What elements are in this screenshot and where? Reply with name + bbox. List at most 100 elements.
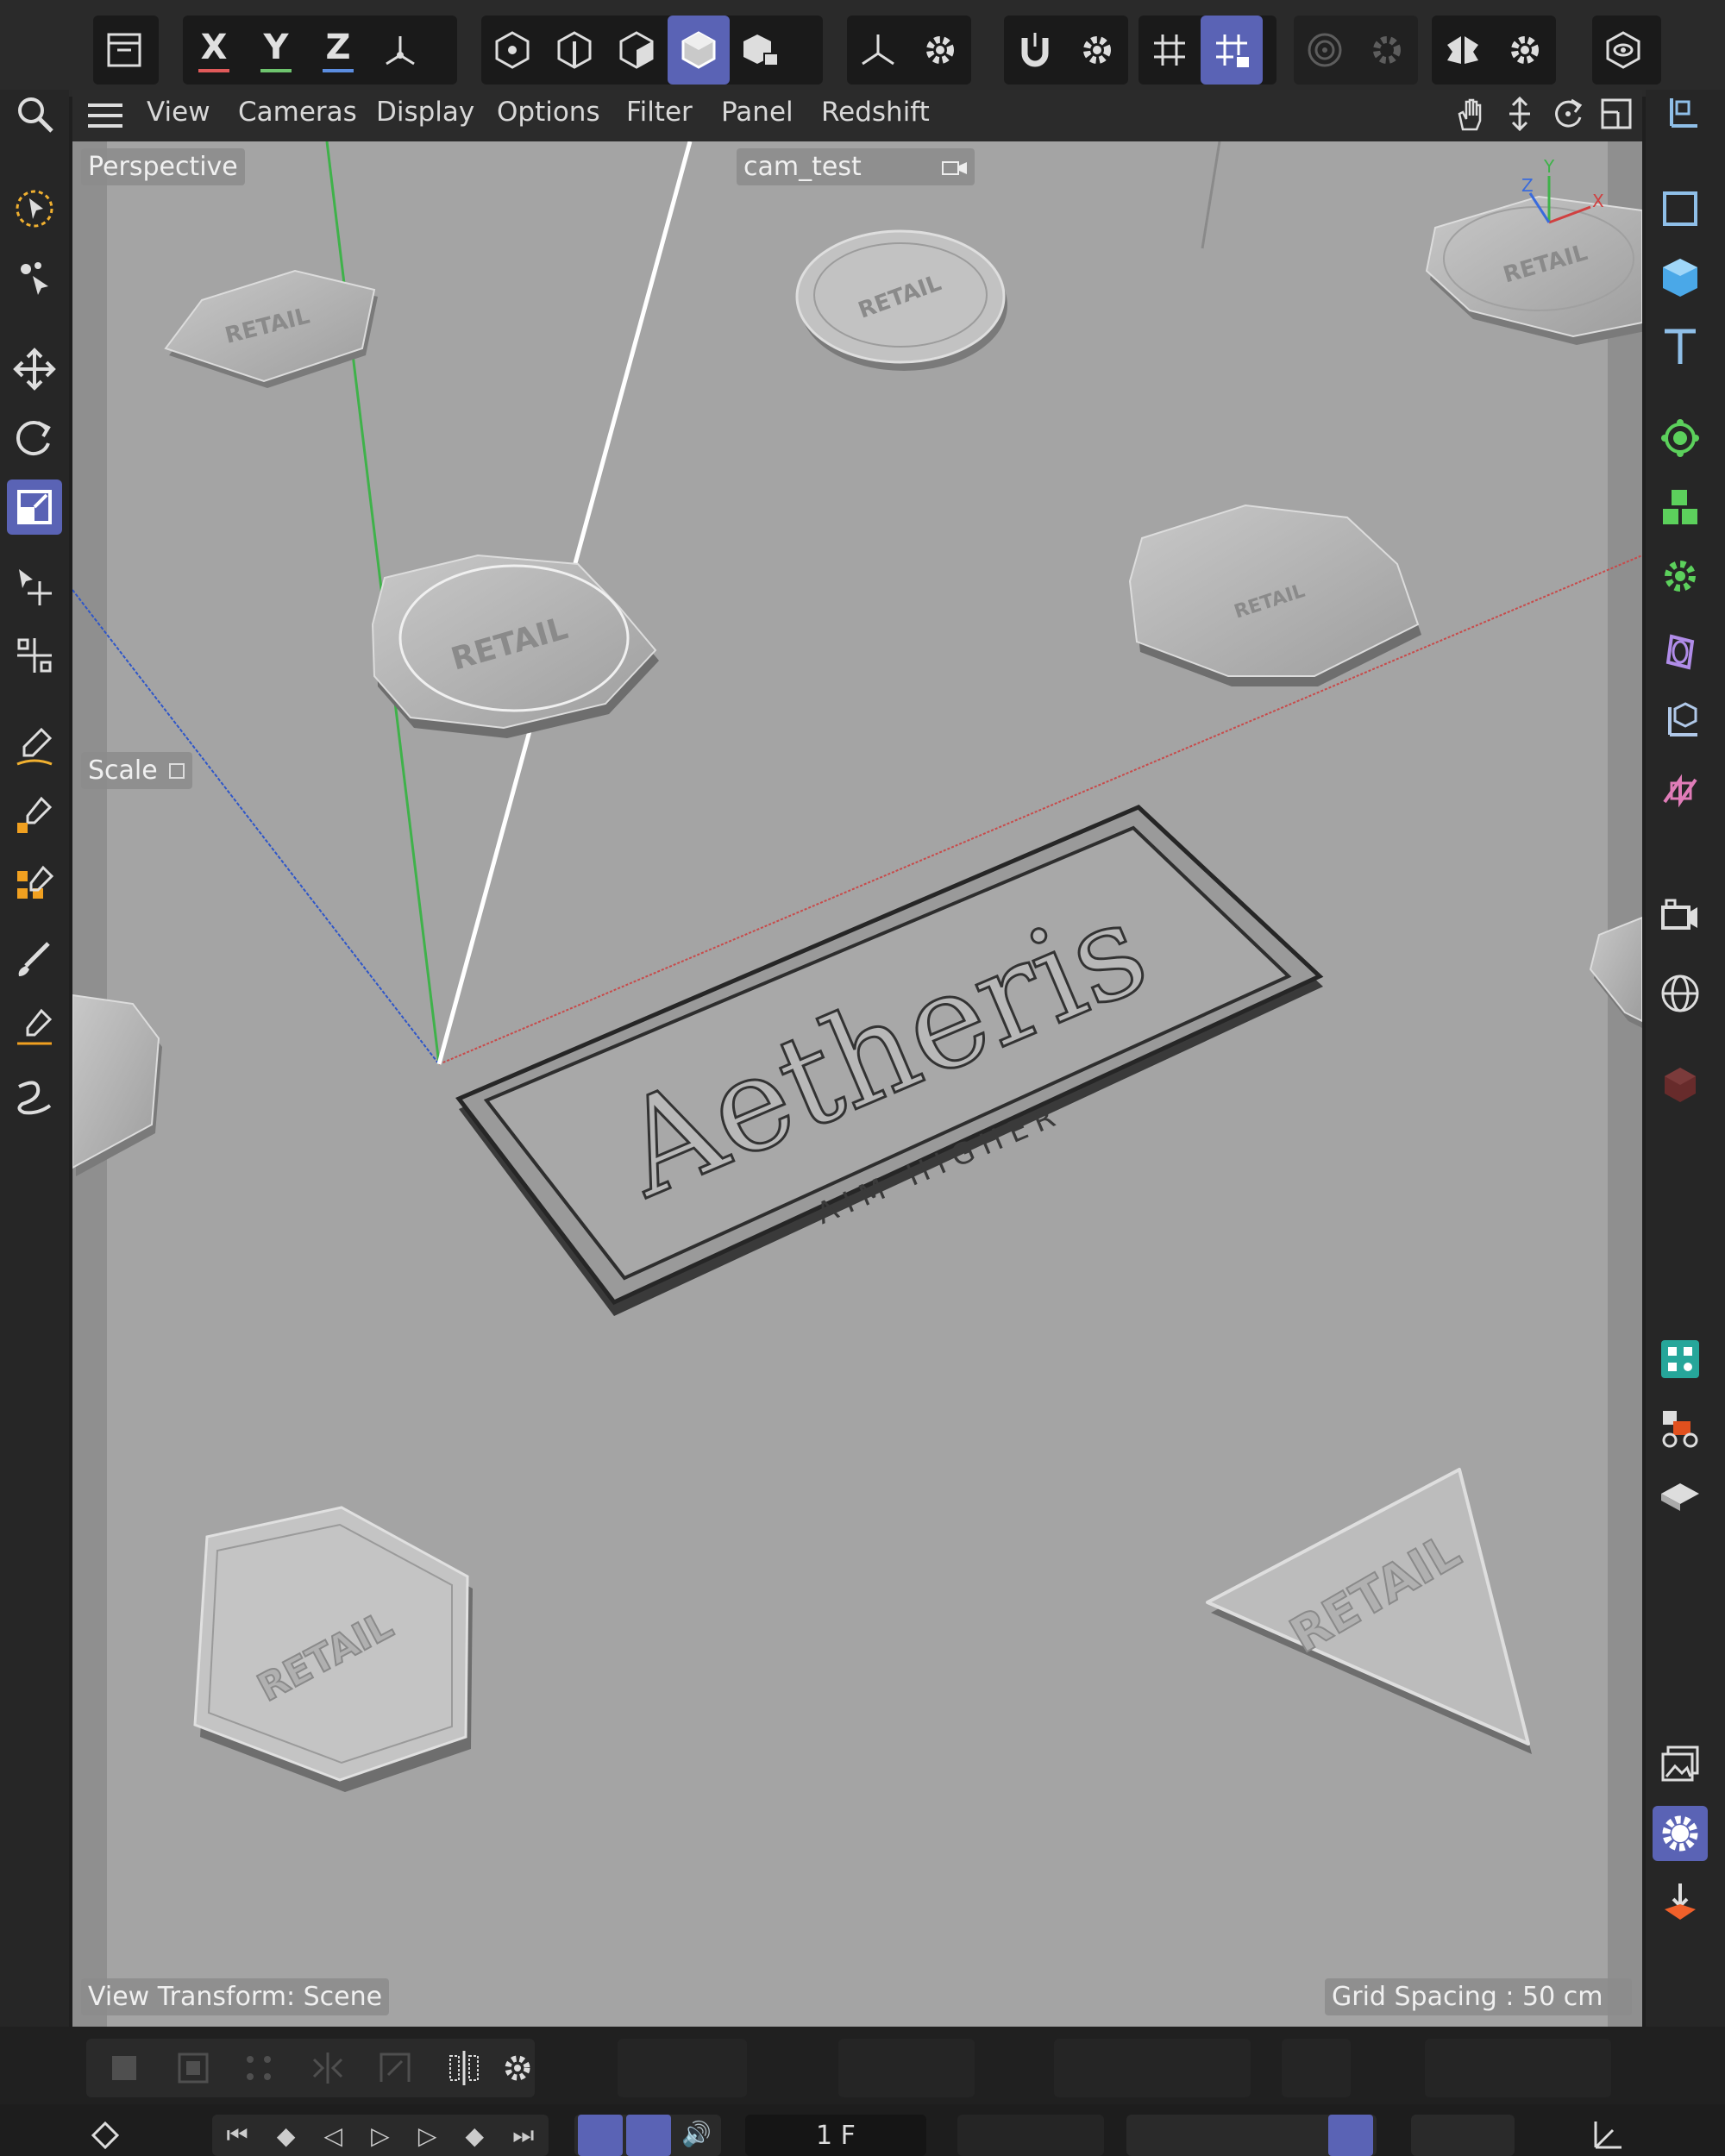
environment-button[interactable] [1653, 966, 1708, 1021]
axis-mode-button[interactable] [847, 16, 909, 85]
spline-draw-tool-button[interactable] [7, 1000, 62, 1056]
cube-primitive-button[interactable] [1653, 250, 1708, 305]
timeline-extra-button[interactable] [1587, 2116, 1625, 2154]
snap-settings-button[interactable] [1066, 16, 1128, 85]
next-frame-icon[interactable]: ▷ [418, 2122, 437, 2150]
go-to-start-icon[interactable]: ⏮ [227, 2121, 248, 2150]
generator-button[interactable] [1653, 411, 1708, 466]
viewport-nav-move[interactable] [1501, 95, 1539, 133]
points-mode-button[interactable] [481, 16, 543, 85]
previous-frame-icon[interactable]: ◁ [324, 2122, 343, 2150]
viewport-mode-label[interactable]: Perspective [81, 148, 245, 185]
model-mode-button[interactable] [668, 16, 730, 85]
field-button[interactable] [1653, 762, 1708, 818]
menu-options[interactable]: Options [497, 97, 600, 128]
snap-button[interactable] [1004, 16, 1066, 85]
floor-object-button[interactable] [1653, 1470, 1708, 1525]
workplane-button[interactable] [1138, 16, 1201, 85]
rotate-tool-button[interactable] [7, 411, 62, 466]
keyframe-button[interactable] [86, 2116, 124, 2154]
magnet-icon [1021, 33, 1049, 67]
key-mode-active-button[interactable] [1328, 2115, 1373, 2156]
x-axis-lock-button[interactable]: X [183, 16, 245, 85]
texture-tool-button[interactable] [166, 2040, 221, 2096]
move-tool-button[interactable] [7, 342, 62, 397]
pen-line-icon [17, 1008, 53, 1045]
selection-tool-button[interactable] [7, 181, 62, 236]
sound-icon[interactable]: 🔊 [681, 2120, 712, 2148]
soft-selection-settings-button[interactable] [1356, 16, 1418, 85]
camera-button[interactable] [1653, 888, 1708, 943]
cloner-button[interactable] [1653, 479, 1708, 535]
search-button[interactable] [7, 86, 62, 141]
menu-redshift[interactable]: Redshift [821, 97, 930, 128]
loop-button[interactable] [578, 2115, 623, 2156]
brush-tool-button[interactable] [7, 931, 62, 987]
scene-nodes-button[interactable] [1653, 1401, 1708, 1456]
gear-icon [926, 36, 954, 64]
subdivision-icon [1661, 419, 1699, 457]
current-frame-field[interactable]: 1 F [745, 2115, 926, 2156]
viewport-nav-pan[interactable] [1452, 95, 1490, 133]
picture-viewer-button[interactable] [1653, 1737, 1708, 1792]
hud-tool-label[interactable]: Scale [81, 752, 192, 789]
next-key-icon[interactable]: ◆ [465, 2122, 484, 2150]
locked-workplane-button[interactable] [1201, 16, 1263, 85]
spline-sketch-tool-button[interactable] [7, 788, 62, 843]
move-selection-tool-button[interactable] [7, 250, 62, 305]
pen-icon [16, 727, 53, 766]
mirror-tool-button[interactable] [300, 2040, 355, 2096]
deformer-button[interactable] [1653, 624, 1708, 680]
coordinate-system-button[interactable] [369, 16, 431, 85]
spline-smooth-tool-button[interactable] [7, 1069, 62, 1125]
null-object-button[interactable] [1653, 693, 1708, 749]
split-tool-button[interactable] [436, 2040, 492, 2096]
points-tool-button[interactable] [231, 2040, 286, 2096]
toolbar-group-modes [481, 16, 823, 85]
object-mode-button[interactable] [730, 16, 792, 85]
bevel-tool-button[interactable] [367, 2040, 423, 2096]
bottom-settings-button[interactable] [490, 2040, 545, 2096]
redshift-object-button[interactable] [1653, 1057, 1708, 1112]
play-icon[interactable]: ▷ [371, 2122, 390, 2150]
edges-mode-button[interactable] [543, 16, 605, 85]
menu-view[interactable]: View [147, 97, 210, 128]
effector-button[interactable] [1653, 548, 1708, 604]
soft-selection-button[interactable] [1294, 16, 1356, 85]
text-object-button[interactable] [1653, 319, 1708, 374]
viewport-nav-rotate[interactable] [1549, 95, 1587, 133]
spline-rectangle-button[interactable] [1653, 181, 1708, 236]
z-axis-lock-button[interactable]: Z [307, 16, 369, 85]
menu-panel[interactable]: Panel [721, 97, 794, 128]
polygons-mode-button[interactable] [605, 16, 668, 85]
model-tool-button[interactable] [97, 2040, 152, 2096]
menu-filter[interactable]: Filter [626, 97, 693, 128]
3d-viewport[interactable]: RETAIL RETAIL RETAIL RETAIL RETAIL Aethe… [72, 141, 1642, 2027]
go-to-end-icon[interactable]: ⏭ [512, 2121, 534, 2150]
search-icon [18, 97, 53, 133]
toolbar-group-grid [1138, 16, 1276, 85]
y-axis-underline [260, 69, 292, 72]
undo-history-button[interactable] [93, 16, 155, 85]
transform-tool-button[interactable] [7, 559, 62, 614]
y-axis-lock-button[interactable]: Y [245, 16, 307, 85]
active-camera-label[interactable]: cam_test [737, 148, 975, 185]
axis-settings-button[interactable] [909, 16, 971, 85]
menu-display[interactable]: Display [376, 97, 474, 128]
polygon-pen-tool-button[interactable] [7, 857, 62, 912]
viewport-maximize-button[interactable] [1597, 95, 1635, 133]
render-settings-button[interactable] [1653, 1806, 1708, 1861]
asset-browser-button[interactable] [1653, 1332, 1708, 1387]
bounce-button[interactable] [626, 2115, 671, 2156]
viewport-solo-button[interactable] [1592, 16, 1654, 85]
coordinate-manager-button[interactable] [1653, 86, 1708, 141]
symmetry-button[interactable] [1432, 16, 1494, 85]
symmetry-settings-button[interactable] [1494, 16, 1556, 85]
scale-tool-button[interactable] [7, 479, 62, 535]
hamburger-menu-button[interactable] [88, 102, 122, 129]
menu-cameras[interactable]: Cameras [238, 97, 357, 128]
previous-key-icon[interactable]: ◆ [277, 2122, 296, 2150]
render-to-picture-viewer-button[interactable] [1653, 1875, 1708, 1930]
multi-transform-tool-button[interactable] [7, 628, 62, 683]
spline-pen-tool-button[interactable] [7, 719, 62, 774]
